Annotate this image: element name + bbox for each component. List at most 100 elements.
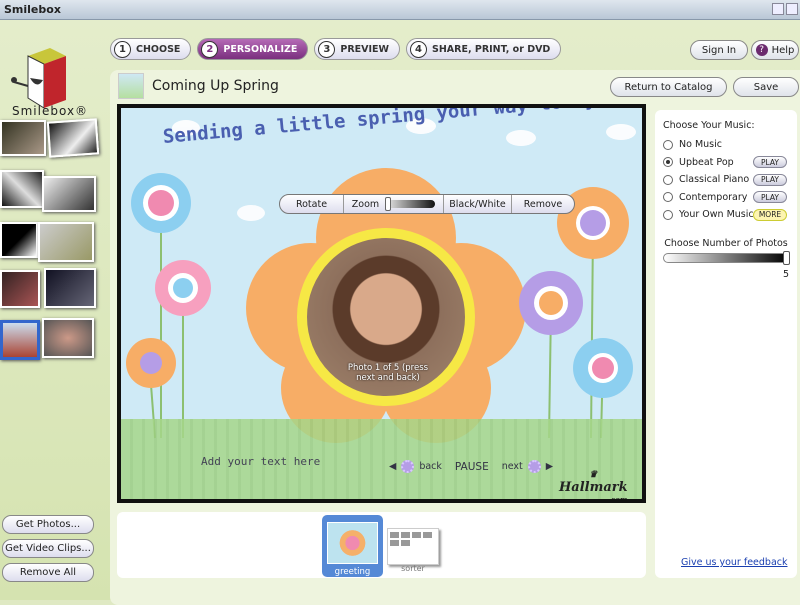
zoom-control: Zoom — [344, 195, 444, 213]
get-photos-button[interactable]: Get Photos... — [2, 515, 94, 534]
step-number: 2 — [201, 40, 219, 58]
rotate-button[interactable]: Rotate — [280, 195, 344, 213]
step-share[interactable]: 4 SHARE, PRINT, or DVD — [406, 38, 562, 60]
remove-all-button[interactable]: Remove All — [2, 563, 94, 582]
hallmark-logo: ♛ Hallmark .com — [559, 470, 628, 503]
zoom-slider-handle[interactable] — [385, 197, 392, 211]
crown-icon: ♛ — [589, 470, 598, 480]
greeting-page-tile[interactable]: greeting — [322, 515, 383, 577]
music-option-no-music[interactable]: No Music — [663, 136, 789, 154]
photo-thumb[interactable] — [0, 120, 46, 156]
get-video-clips-button[interactable]: Get Video Clips... — [2, 539, 94, 558]
music-heading: Choose Your Music: — [663, 120, 755, 131]
remove-all-label: Remove All — [19, 567, 77, 578]
black-white-label: Black/White — [449, 198, 506, 210]
card-canvas: Sending a little spring your way today! … — [117, 104, 646, 503]
minimize-button[interactable] — [772, 3, 784, 15]
photo-thumb-selected[interactable] — [0, 320, 40, 360]
remove-button[interactable]: Remove — [512, 195, 574, 213]
option-label: Contemporary — [679, 191, 748, 203]
option-label: Your Own Music — [679, 209, 754, 221]
back-button[interactable]: back — [419, 461, 442, 472]
rotate-label: Rotate — [295, 198, 328, 210]
step-label: PERSONALIZE — [223, 43, 298, 55]
next-arrow-icon[interactable]: ▶ — [546, 461, 553, 472]
save-label: Save — [753, 81, 779, 93]
app: Smilebox® 1 CHOOSE 2 PERSONALIZE 3 PREVIEW … — [0, 20, 800, 605]
return-label: Return to Catalog — [624, 81, 713, 93]
return-to-catalog-button[interactable]: Return to Catalog — [610, 77, 727, 97]
back-arrow-icon[interactable]: ◀ — [389, 461, 396, 472]
flower-icon — [401, 460, 415, 473]
hallmark-sub: .com — [608, 495, 628, 503]
window-title: Smilebox — [4, 3, 61, 16]
photo-thumb[interactable] — [42, 176, 96, 212]
photo-thumb[interactable] — [44, 268, 96, 308]
music-option-contemporary[interactable]: Contemporary PLAY — [663, 189, 789, 207]
photo-thumb[interactable] — [42, 318, 94, 358]
radio[interactable] — [663, 192, 673, 203]
help-button[interactable]: ? Help — [751, 40, 799, 60]
music-option-own-music[interactable]: Your Own Music MORE — [663, 206, 789, 224]
step-label: SHARE, PRINT, or DVD — [432, 43, 551, 55]
remove-label: Remove — [523, 198, 563, 210]
sorter-page-tile[interactable] — [387, 528, 439, 565]
play-button[interactable]: PLAY — [753, 191, 787, 204]
slider-handle[interactable] — [783, 250, 790, 265]
flower-icon — [527, 460, 541, 473]
maximize-button[interactable] — [786, 3, 798, 15]
step-number: 4 — [410, 40, 427, 58]
photo-caption: Photo 1 of 5 (press next and back) — [347, 363, 429, 383]
slideshow-nav: ◀ back PAUSE next ▶ — [389, 460, 553, 473]
music-option-upbeat-pop[interactable]: Upbeat Pop PLAY — [663, 154, 789, 172]
more-button[interactable]: MORE — [753, 208, 787, 221]
help-icon: ? — [755, 44, 768, 56]
radio-selected[interactable] — [663, 157, 673, 168]
add-text-field[interactable]: Add your text here — [201, 455, 320, 468]
photo-thumb[interactable] — [0, 170, 44, 208]
option-label: No Music — [679, 139, 722, 151]
sign-in-label: Sign In — [701, 44, 737, 56]
step-preview[interactable]: 3 PREVIEW — [314, 38, 400, 60]
template-title: Coming Up Spring — [152, 78, 279, 94]
radio[interactable] — [663, 139, 673, 150]
sorter-grid-icon — [390, 532, 432, 546]
pause-button[interactable]: PAUSE — [455, 461, 489, 473]
option-label: Upbeat Pop — [679, 156, 734, 168]
logo-text: Smilebox® — [12, 104, 89, 118]
get-video-label: Get Video Clips... — [5, 543, 91, 554]
photos-count-heading: Choose Number of Photos — [664, 237, 788, 249]
photo-thumb[interactable] — [0, 270, 40, 308]
sorter-label: sorter — [401, 564, 425, 573]
zoom-label: Zoom — [351, 198, 380, 210]
sign-in-button[interactable]: Sign In — [690, 40, 748, 60]
save-button[interactable]: Save — [733, 77, 799, 97]
help-label: Help — [771, 44, 795, 56]
radio[interactable] — [663, 174, 673, 185]
template-thumbnail-icon — [118, 73, 144, 99]
options-panel: Choose Your Music: No Music Upbeat Pop PL… — [655, 110, 797, 578]
feedback-link[interactable]: Give us your feedback — [681, 557, 788, 568]
page-strip: greeting sorter — [117, 512, 646, 578]
zoom-slider[interactable] — [385, 197, 436, 211]
black-white-button[interactable]: Black/White — [444, 195, 512, 213]
photos-count-slider[interactable] — [663, 250, 790, 265]
step-choose[interactable]: 1 CHOOSE — [110, 38, 192, 60]
radio[interactable] — [663, 209, 673, 220]
photo-thumb[interactable] — [46, 118, 100, 158]
step-label: PREVIEW — [340, 43, 389, 55]
greeting-thumbnail — [327, 522, 378, 564]
hallmark-text: Hallmark — [559, 480, 628, 495]
music-option-classical-piano[interactable]: Classical Piano PLAY — [663, 171, 789, 189]
get-photos-label: Get Photos... — [15, 519, 81, 530]
photos-count-value: 5 — [782, 268, 789, 280]
photo-toolbar: Rotate Zoom Black/White Remove — [279, 194, 575, 214]
next-button[interactable]: next — [502, 461, 523, 472]
step-personalize[interactable]: 2 PERSONALIZE — [197, 38, 309, 60]
step-number: 3 — [318, 40, 336, 58]
photo-thumb[interactable] — [38, 222, 94, 262]
step-nav: 1 CHOOSE 2 PERSONALIZE 3 PREVIEW 4 SHARE, PR… — [110, 38, 562, 60]
play-button[interactable]: PLAY — [753, 156, 787, 169]
photo-thumb[interactable] — [0, 222, 38, 258]
play-button[interactable]: PLAY — [753, 173, 787, 186]
